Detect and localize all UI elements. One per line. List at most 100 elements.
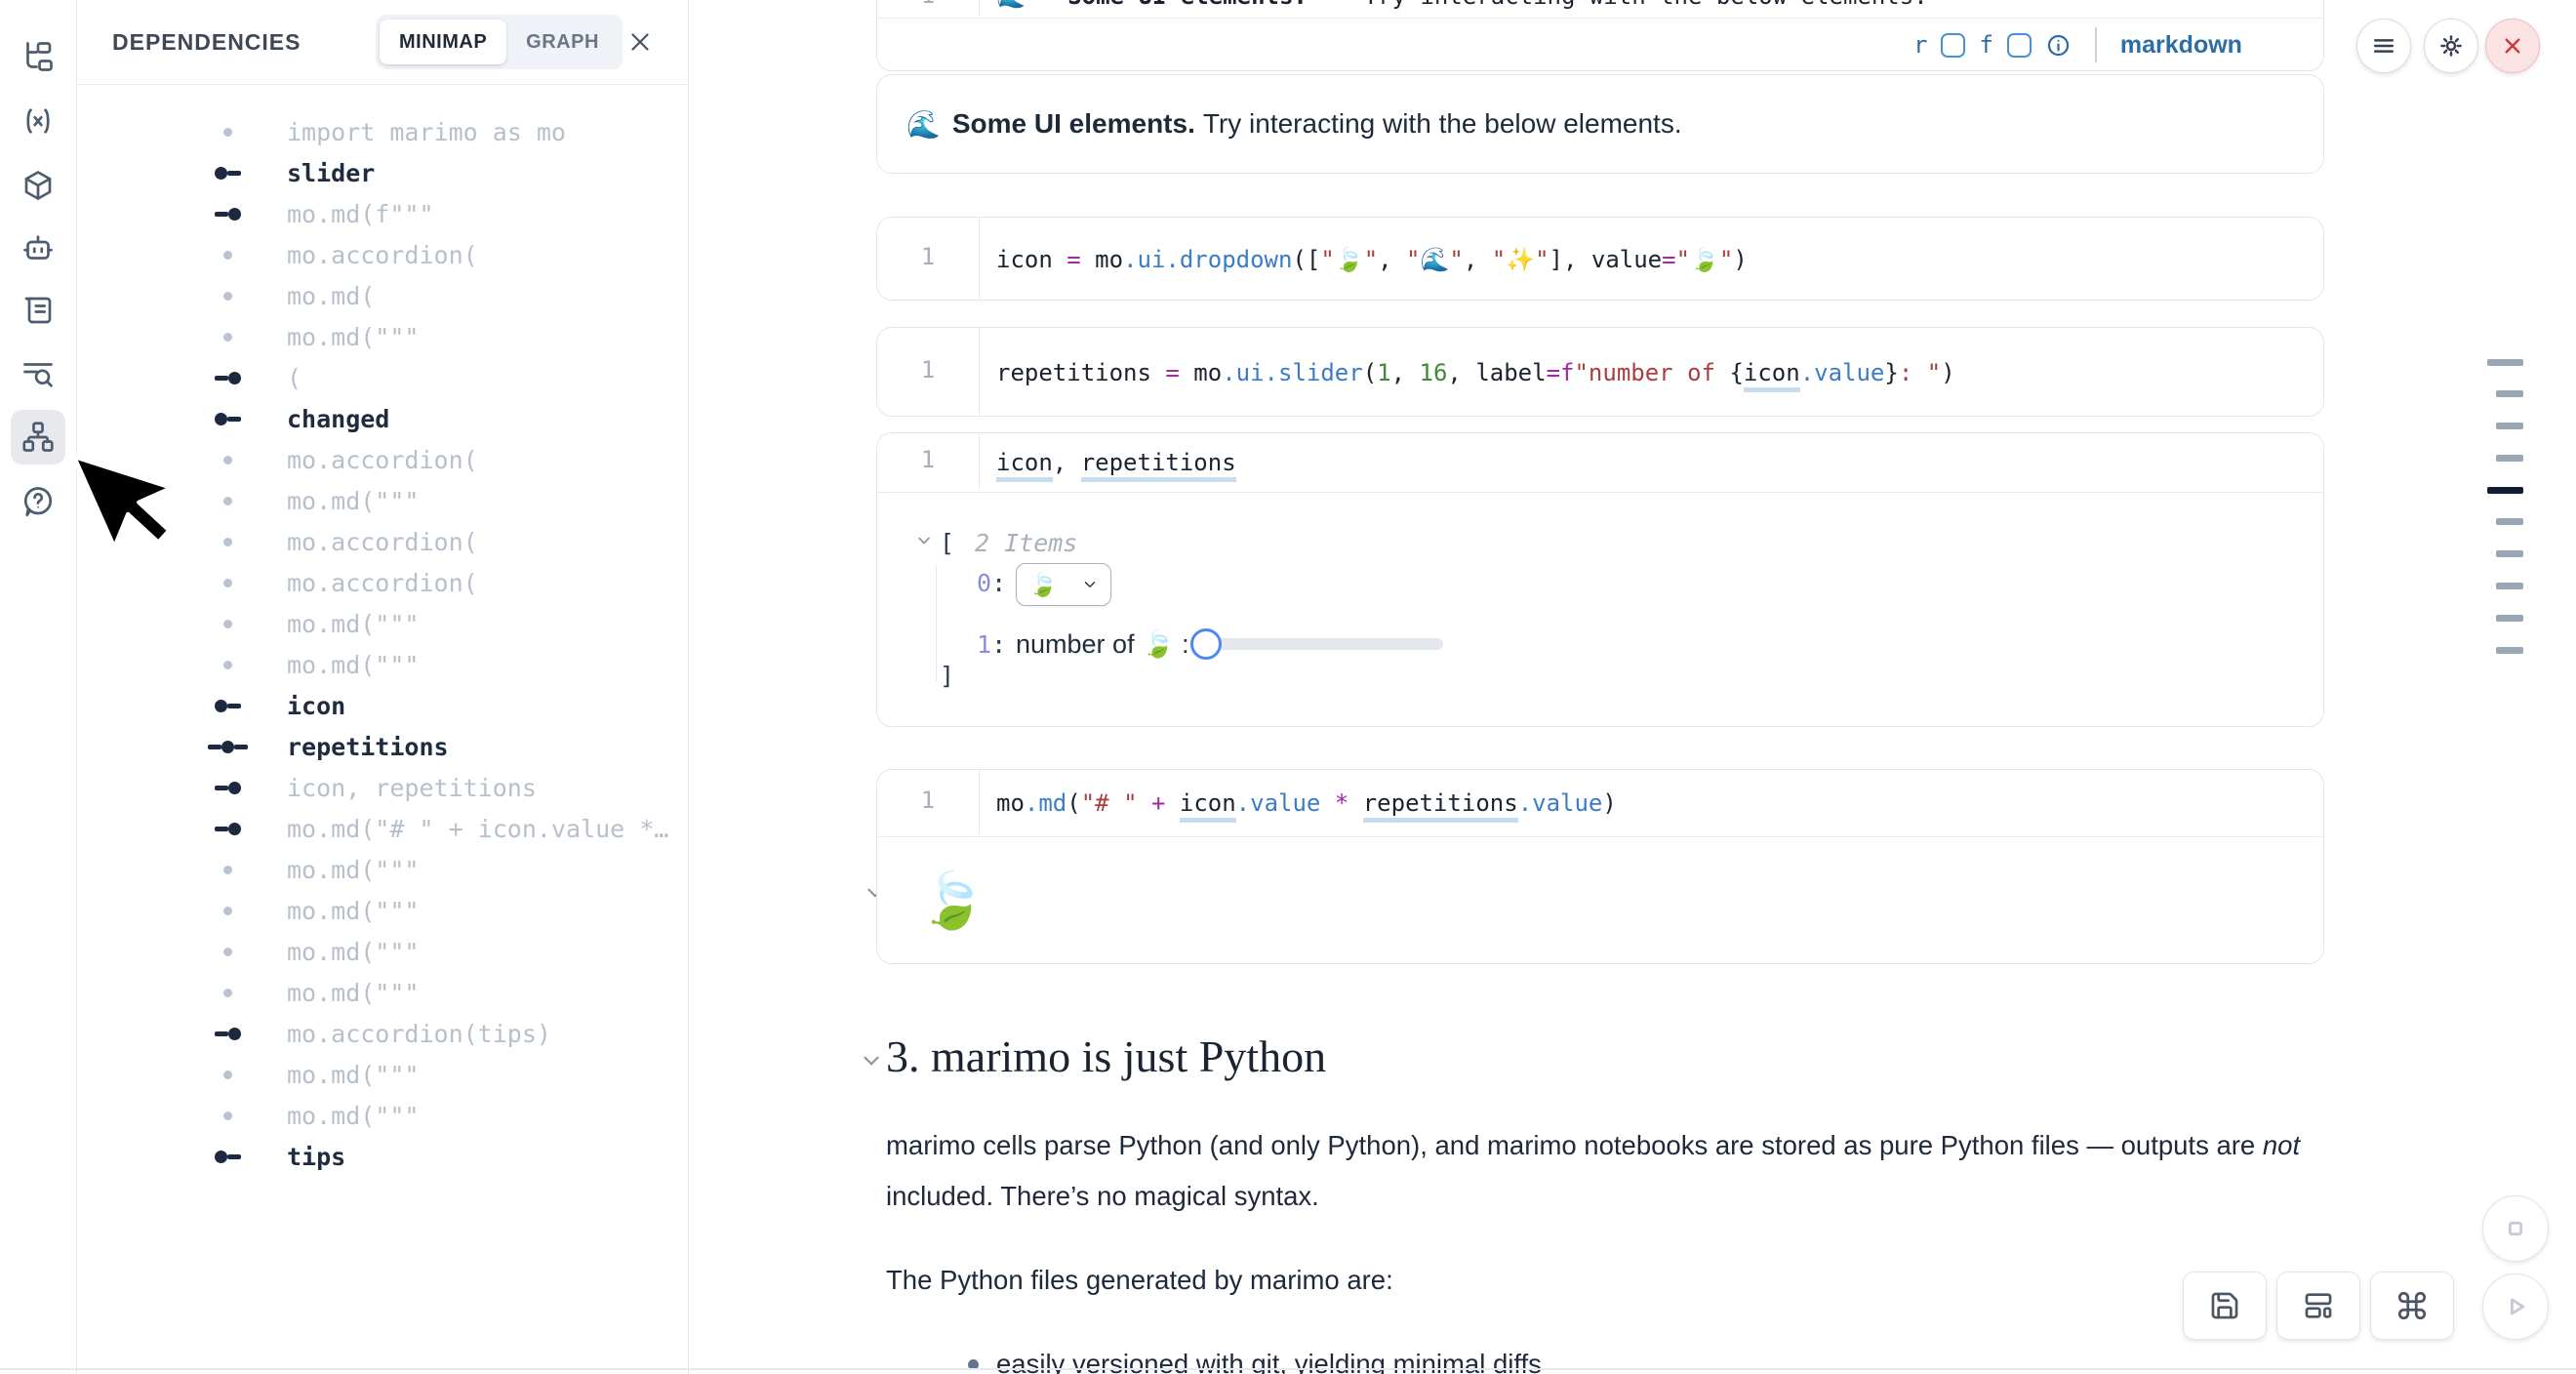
activity-rail <box>0 0 77 1374</box>
notebook-menu-button[interactable] <box>2356 19 2411 73</box>
cell-dropdown-code[interactable]: 1 icon = mo.ui.dropdown(["🍃", "🌊", "✨"],… <box>876 217 2324 301</box>
minimap-item[interactable]: mo.md(""" <box>77 931 688 972</box>
cell-def-marker-icon <box>200 413 255 425</box>
tree-indent-guide <box>936 566 937 681</box>
cell-marker[interactable] <box>2487 359 2523 366</box>
minimap-item[interactable]: slider <box>77 152 688 193</box>
settings-button[interactable] <box>2424 19 2478 73</box>
cell-dot-icon <box>200 907 255 915</box>
collapse-section-icon[interactable] <box>859 1048 884 1073</box>
dropdown-widget[interactable]: 🍃 <box>1016 563 1111 606</box>
minimap-item-label: mo.md(""" <box>287 897 419 925</box>
view-switcher: MINIMAP GRAPH <box>376 15 623 69</box>
cell-md-banner-editor[interactable]: 1 🌊 **Some UI elements.** Try interactin… <box>876 0 2324 71</box>
r-checkbox[interactable] <box>1941 33 1965 58</box>
slider-thumb[interactable] <box>1190 628 1222 660</box>
cell-slider-code[interactable]: 1 repetitions = mo.ui.slider(1, 16, labe… <box>876 327 2324 417</box>
cell-marker[interactable] <box>2496 455 2523 462</box>
minimap-item[interactable]: icon, repetitions <box>77 767 688 808</box>
minimap-item[interactable]: mo.md(""" <box>77 316 688 357</box>
markdown-mode-label[interactable]: markdown <box>2120 31 2242 60</box>
tree-collapse-icon[interactable] <box>914 531 934 550</box>
cell-dot-icon <box>200 128 255 137</box>
minimap-item[interactable]: mo.accordion(tips) <box>77 1013 688 1054</box>
variables-icon[interactable] <box>11 94 65 148</box>
cell-ref-marker-icon <box>200 782 255 794</box>
minimap-item[interactable]: ( <box>77 357 688 398</box>
active-cell-marker[interactable] <box>2487 487 2523 494</box>
cell-dot-icon <box>200 1071 255 1079</box>
paragraph-text: included. There’s no magical syntax. <box>886 1181 1319 1211</box>
cell-def-marker-icon <box>200 700 255 712</box>
minimap-item-label: mo.md(""" <box>287 938 419 966</box>
cell-marker[interactable] <box>2496 550 2523 557</box>
cell-marker[interactable] <box>2496 647 2523 654</box>
file-tree-icon[interactable] <box>11 29 65 84</box>
line-number: 1 <box>877 446 979 473</box>
minimap-item-label: mo.md(""" <box>287 323 419 351</box>
cell-marker[interactable] <box>2496 615 2523 622</box>
banner-output-text: 🌊Some UI elements.Try interacting with t… <box>906 75 1682 173</box>
minimap-item-label: mo.accordion( <box>287 446 478 474</box>
minimap-item-label: mo.md("# " + icon.value *… <box>287 815 668 843</box>
tab-minimap[interactable]: MINIMAP <box>380 20 506 64</box>
info-icon[interactable] <box>2045 32 2072 59</box>
save-button[interactable] <box>2183 1272 2267 1340</box>
minimap-item[interactable]: mo.md(""" <box>77 972 688 1013</box>
code-line[interactable]: icon, repetitions <box>996 446 1236 479</box>
line-number: 1 <box>877 243 979 270</box>
layout-button[interactable] <box>2276 1272 2360 1340</box>
cell-marker[interactable] <box>2496 583 2523 589</box>
minimap-item[interactable]: mo.md("# " + icon.value *… <box>77 808 688 849</box>
cell-marker[interactable] <box>2496 390 2523 397</box>
code-line[interactable]: mo.md("# " + icon.value * repetitions.va… <box>996 787 1617 820</box>
minimap-item[interactable]: mo.md(""" <box>77 890 688 931</box>
bottom-border <box>0 1368 2576 1370</box>
minimap-item[interactable]: mo.md(f""" <box>77 193 688 234</box>
keyboard-shortcuts-button[interactable] <box>2370 1272 2454 1340</box>
minimap-item[interactable]: mo.md( <box>77 275 688 316</box>
minimap-item[interactable]: mo.accordion( <box>77 234 688 275</box>
toggle-f-label: f <box>1979 31 1992 59</box>
cell-ref-marker-icon <box>200 823 255 835</box>
scratchpad-icon[interactable] <box>11 283 65 338</box>
run-button[interactable] <box>2482 1273 2549 1340</box>
minimap-item[interactable]: mo.md(""" <box>77 1095 688 1136</box>
cell-marker[interactable] <box>2496 518 2523 525</box>
minimap-item-label: mo.md(""" <box>287 1102 419 1130</box>
minimap-item[interactable]: icon <box>77 685 688 726</box>
minimap-item-label: icon, repetitions <box>287 774 537 802</box>
slider-track[interactable] <box>1206 638 1443 650</box>
minimap-item[interactable]: import marimo as mo <box>77 111 688 152</box>
banner-bold-text: Some UI elements. <box>952 108 1195 140</box>
logs-icon[interactable] <box>11 347 65 402</box>
code-line[interactable]: repetitions = mo.ui.slider(1, 16, label=… <box>996 356 1955 389</box>
cell-dot-icon <box>200 989 255 997</box>
minimap-item[interactable]: mo.accordion( <box>77 439 688 480</box>
minimap-item-label: mo.md( <box>287 282 375 310</box>
cell-def-marker-icon <box>200 167 255 180</box>
code-line[interactable]: icon = mo.ui.dropdown(["🍃", "🌊", "✨"], v… <box>996 243 1748 276</box>
minimap-item[interactable]: tips <box>77 1136 688 1177</box>
minimap-item[interactable]: mo.md(""" <box>77 644 688 685</box>
close-panel-button[interactable] <box>624 25 657 59</box>
minimap-item[interactable]: changed <box>77 398 688 439</box>
minimap-item[interactable]: mo.md(""" <box>77 603 688 644</box>
minimap-item[interactable]: mo.accordion( <box>77 562 688 603</box>
f-checkbox[interactable] <box>2007 33 2032 58</box>
interrupt-button[interactable] <box>2482 1195 2549 1262</box>
minimap-item[interactable]: repetitions <box>77 726 688 767</box>
ai-assistant-icon[interactable] <box>11 221 65 275</box>
cell-md-leaf[interactable]: 1 mo.md("# " + icon.value * repetitions.… <box>876 769 2324 964</box>
minimap-item[interactable]: mo.md(""" <box>77 1054 688 1095</box>
section-paragraph-1: marimo cells parse Python (and only Pyth… <box>886 1120 2328 1222</box>
shutdown-button[interactable] <box>2485 19 2540 73</box>
cell-expr[interactable]: 1 icon, repetitions [ 2 Items 0: 🍃 1: nu… <box>876 432 2324 727</box>
tab-graph[interactable]: GRAPH <box>506 20 619 64</box>
cell-marker[interactable] <box>2496 423 2523 429</box>
packages-icon[interactable] <box>11 158 65 213</box>
editor-output-divider <box>877 492 2323 493</box>
code-line[interactable]: 🌊 **Some UI elements.** Try interacting … <box>996 0 1928 13</box>
banner-rest-text: Try interacting with the below elements. <box>1203 108 1682 140</box>
minimap-item[interactable]: mo.md(""" <box>77 849 688 890</box>
